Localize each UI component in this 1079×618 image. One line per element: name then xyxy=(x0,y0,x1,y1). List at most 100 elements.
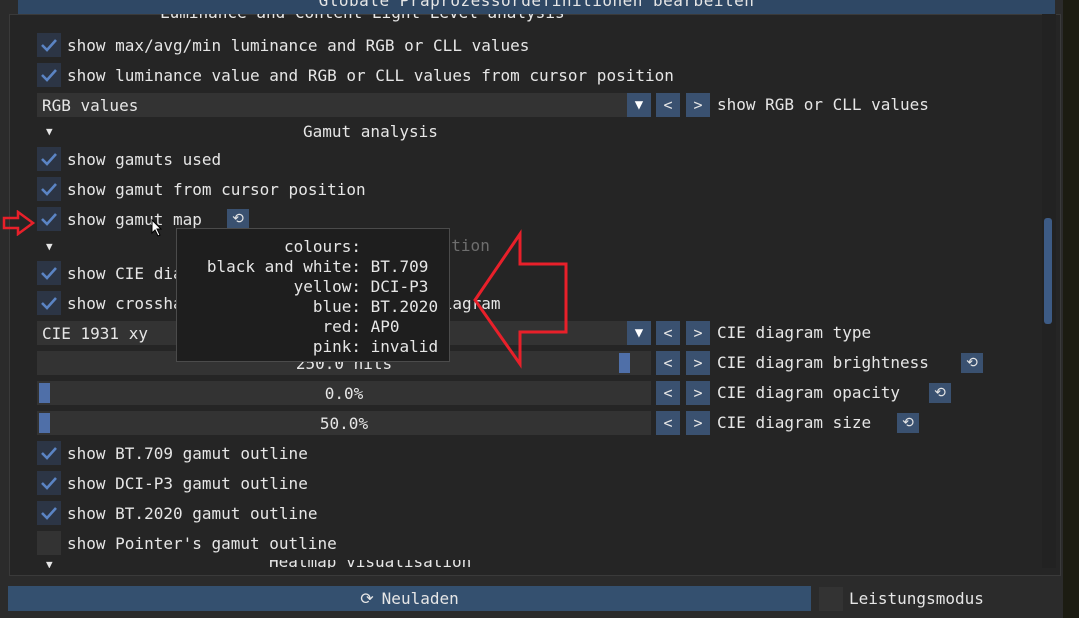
gamut-map-tooltip: colours: black and white: BT.709 yellow:… xyxy=(176,228,450,362)
reload-button[interactable]: ⟳ Neuladen xyxy=(8,586,811,611)
show-maxavgmin-label: show max/avg/min luminance and RGB or CL… xyxy=(67,35,530,55)
tooltip-key: black and white: xyxy=(206,257,361,276)
tooltip-value: AP0 xyxy=(370,317,400,336)
show-gamut-map-label: show gamut map xyxy=(67,209,202,229)
cie-opacity-prev-button[interactable]: < xyxy=(656,381,680,405)
check-icon xyxy=(41,267,57,280)
check-icon xyxy=(41,477,57,490)
show-gamut-cursor-row[interactable]: show gamut from cursor position xyxy=(37,177,366,201)
rgb-cll-prev-button[interactable]: < xyxy=(656,93,680,117)
tooltip-key: red: xyxy=(322,317,361,336)
combo-arrow-icon[interactable]: ▼ xyxy=(627,321,651,345)
rgb-cll-combo-value: RGB values xyxy=(42,95,139,115)
cie-size-slider[interactable]: 50.0% xyxy=(37,411,651,435)
tooltip-row: blue: BT.2020 xyxy=(177,297,438,317)
cie-size-label: CIE diagram size xyxy=(717,413,872,432)
header-bar[interactable]: Globale Präprozessordefinitionen bearbei… xyxy=(18,0,1055,14)
check-icon xyxy=(41,69,57,82)
check-icon xyxy=(41,183,57,196)
reload-label: Neuladen xyxy=(381,589,459,608)
check-icon xyxy=(41,39,57,52)
cie-type-prev-button[interactable]: < xyxy=(656,321,680,345)
cie-brightness-reset-icon[interactable]: ⟲ xyxy=(961,353,983,373)
collapse-triangle-icon[interactable]: ▼ xyxy=(46,240,53,253)
outline-bt709-checkbox[interactable] xyxy=(37,441,61,465)
outline-dcip3-checkbox[interactable] xyxy=(37,471,61,495)
tooltip-value: BT.709 xyxy=(370,257,429,276)
check-icon xyxy=(41,213,57,226)
reload-icon: ⟳ xyxy=(360,589,374,608)
cie-opacity-next-button[interactable]: > xyxy=(686,381,710,405)
tooltip-header: colours: xyxy=(283,237,361,256)
cie-opacity-value: 0.0% xyxy=(324,383,364,403)
tooltip-value: BT.2020 xyxy=(370,297,439,316)
cie-size-reset-icon[interactable]: ⟲ xyxy=(897,413,919,433)
outline-bt709-label: show BT.709 gamut outline xyxy=(67,443,308,463)
collapse-triangle-icon[interactable]: ▼ xyxy=(46,125,53,138)
cie-brightness-prev-button[interactable]: < xyxy=(656,351,680,375)
tooltip-value: DCI-P3 xyxy=(370,277,429,296)
outline-dcip3-label: show DCI-P3 gamut outline xyxy=(67,473,308,493)
show-gamut-map-checkbox[interactable] xyxy=(37,207,61,231)
show-gamuts-used-row[interactable]: show gamuts used xyxy=(37,147,221,171)
check-icon xyxy=(41,507,57,520)
tooltip-row: black and white: BT.709 xyxy=(177,257,429,277)
show-cie-diagram-checkbox[interactable] xyxy=(37,261,61,285)
outline-pointer-label: show Pointer's gamut outline xyxy=(67,533,337,553)
tooltip-key: pink: xyxy=(312,337,361,356)
collapse-triangle-icon: ▼ xyxy=(46,560,53,568)
show-cursor-luminance-checkbox[interactable] xyxy=(37,63,61,87)
cie-type-next-button[interactable]: > xyxy=(686,321,710,345)
section-luminance-title: Luminance and Content Light Level analys… xyxy=(160,14,565,22)
check-icon xyxy=(41,447,57,460)
show-maxavgmin-row[interactable]: show max/avg/min luminance and RGB or CL… xyxy=(37,33,529,57)
tooltip-key: blue: xyxy=(312,297,361,316)
cie-opacity-reset-icon[interactable]: ⟲ xyxy=(929,383,951,403)
outline-row-pointer[interactable]: show Pointer's gamut outline xyxy=(37,531,337,555)
tooltip-header-line: colours: xyxy=(177,237,361,257)
outline-pointer-checkbox[interactable] xyxy=(37,531,61,555)
gamut-section-title[interactable]: Gamut analysis xyxy=(303,120,438,144)
slider-grab[interactable] xyxy=(619,353,631,373)
heatmap-section-header[interactable]: ▼ Heatmap visualisation xyxy=(9,560,1041,568)
outline-row-dcip3[interactable]: show DCI-P3 gamut outline xyxy=(37,471,308,495)
cie-opacity-label: CIE diagram opacity xyxy=(717,383,901,402)
tooltip-row: pink: invalid xyxy=(177,337,438,357)
red-arrow-large-annotation xyxy=(473,229,568,369)
rgb-cll-label: show RGB or CLL values xyxy=(717,95,929,114)
outline-row-bt709[interactable]: show BT.709 gamut outline xyxy=(37,441,308,465)
performance-mode-checkbox[interactable] xyxy=(819,587,843,611)
background-window-edge xyxy=(1063,0,1079,618)
check-icon xyxy=(41,153,57,166)
cie-opacity-slider[interactable]: 0.0% xyxy=(37,381,651,405)
show-cursor-luminance-label: show luminance value and RGB or CLL valu… xyxy=(67,65,674,85)
rgb-cll-combo[interactable]: RGB values ▼ xyxy=(37,93,651,117)
scrollbar-thumb[interactable] xyxy=(1044,218,1052,324)
slider-grab[interactable] xyxy=(39,383,50,403)
red-arrow-small-annotation xyxy=(2,210,36,236)
cie-size-next-button[interactable]: > xyxy=(686,411,710,435)
tooltip-key: yellow: xyxy=(293,277,361,296)
show-maxavgmin-checkbox[interactable] xyxy=(37,33,61,57)
show-crosshair-checkbox[interactable] xyxy=(37,291,61,315)
cie-brightness-next-button[interactable]: > xyxy=(686,351,710,375)
cie-size-prev-button[interactable]: < xyxy=(656,411,680,435)
show-cursor-luminance-row[interactable]: show luminance value and RGB or CLL valu… xyxy=(37,63,674,87)
section-luminance-header[interactable]: Luminance and Content Light Level analys… xyxy=(160,14,630,26)
tooltip-value: invalid xyxy=(370,337,439,356)
combo-arrow-icon[interactable]: ▼ xyxy=(627,93,651,117)
cie-size-value: 50.0% xyxy=(319,413,369,433)
outline-bt2020-label: show BT.2020 gamut outline xyxy=(67,503,318,523)
heatmap-section-title: Heatmap visualisation xyxy=(269,560,471,568)
rgb-cll-next-button[interactable]: > xyxy=(686,93,710,117)
gamut-map-reset-icon[interactable]: ⟲ xyxy=(227,209,249,229)
slider-grab[interactable] xyxy=(39,413,50,433)
show-gamuts-used-checkbox[interactable] xyxy=(37,147,61,171)
show-gamuts-used-label: show gamuts used xyxy=(67,149,222,169)
cie-type-label: CIE diagram type xyxy=(717,323,872,342)
show-gamut-cursor-checkbox[interactable] xyxy=(37,177,61,201)
outline-bt2020-checkbox[interactable] xyxy=(37,501,61,525)
performance-mode-label: Leistungsmodus xyxy=(849,589,984,608)
cie-brightness-label: CIE diagram brightness xyxy=(717,353,929,372)
outline-row-bt2020[interactable]: show BT.2020 gamut outline xyxy=(37,501,317,525)
